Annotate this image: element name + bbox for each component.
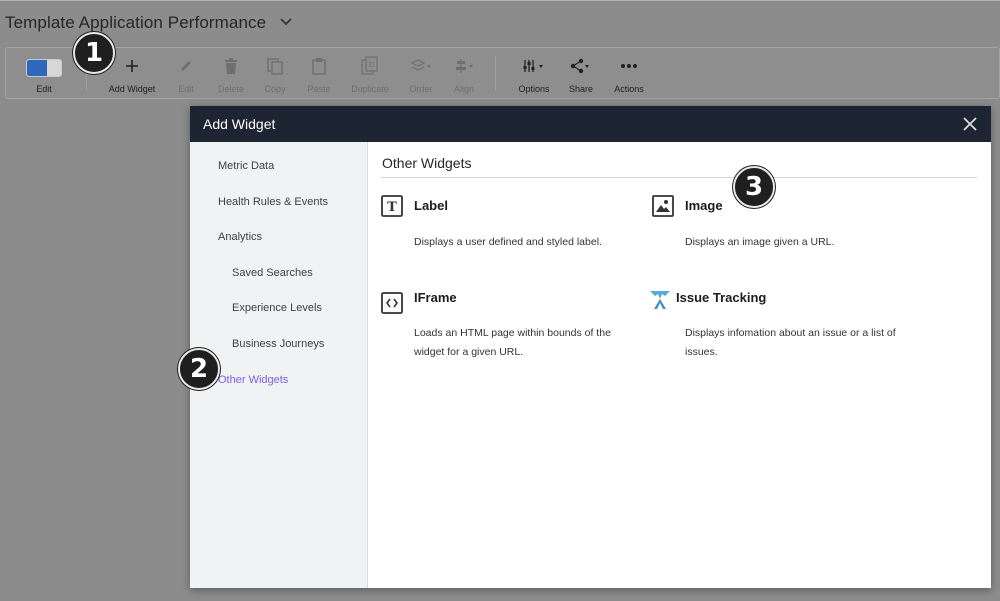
actions-button[interactable]: Actions: [612, 48, 646, 98]
edit-mode-label: Edit: [36, 84, 52, 94]
widget-list-panel: Other Widgets T Label Displays a user de…: [368, 142, 991, 588]
plus-icon: [126, 60, 138, 72]
order-button[interactable]: Order: [406, 48, 436, 98]
iframe-icon: [381, 292, 403, 314]
sidebar-item-metric-data[interactable]: Metric Data: [218, 160, 274, 172]
pencil-icon: [181, 61, 191, 71]
add-widget-dialog: Add Widget Metric Data Health Rules & Ev…: [190, 106, 991, 588]
order-label: Order: [409, 84, 433, 94]
toggle-switch[interactable]: [26, 59, 62, 77]
section-title: Other Widgets: [382, 155, 472, 171]
trash-icon: [225, 58, 237, 74]
share-label: Share: [568, 84, 594, 94]
more-dots-icon: [621, 64, 637, 68]
widget-description-line1: Displays infomation about an issue or a …: [685, 327, 896, 339]
image-icon: [652, 195, 674, 217]
widget-description: Displays an image given a URL.: [685, 236, 835, 248]
actions-label: Actions: [614, 84, 644, 94]
paste-label: Paste: [307, 84, 331, 94]
duplicate-icon: D: [361, 56, 378, 75]
widget-description-line1: Loads an HTML page within bounds of the: [414, 327, 611, 339]
layers-icon: [410, 59, 431, 71]
copy-icon: [267, 58, 283, 75]
align-button[interactable]: Align: [451, 48, 477, 98]
sidebar-item-analytics[interactable]: Analytics: [218, 231, 262, 243]
widget-description-line2: issues.: [685, 346, 718, 358]
duplicate-label: Duplicate: [351, 84, 389, 94]
dashboard-toolbar: Edit Add Widget Edit Delete Copy Paste D…: [5, 47, 1000, 99]
copy-label: Copy: [264, 84, 286, 94]
sidebar-item-health-rules-events[interactable]: Health Rules & Events: [218, 196, 328, 208]
issue-tracking-icon: [650, 291, 670, 309]
add-widget-label: Add Widget: [108, 84, 156, 94]
dialog-header: Add Widget: [190, 106, 991, 142]
svg-text:D: D: [369, 61, 374, 69]
paste-button[interactable]: Paste: [304, 48, 334, 98]
delete-button[interactable]: Delete: [216, 48, 246, 98]
sidebar-item-saved-searches[interactable]: Saved Searches: [232, 267, 313, 279]
callout-badge-1: 1: [73, 32, 115, 74]
chevron-down-icon[interactable]: [278, 15, 294, 29]
widget-name: Issue Tracking: [676, 290, 767, 305]
sidebar-item-business-journeys[interactable]: Business Journeys: [232, 338, 324, 350]
callout-badge-3: 3: [733, 166, 775, 208]
share-icon: [570, 58, 589, 74]
section-divider: [381, 177, 977, 178]
clipboard-icon: [312, 58, 326, 75]
dashboard-header: Template Application Performance: [0, 0, 1000, 46]
sliders-icon: [523, 60, 543, 72]
widget-name: Label: [414, 198, 448, 213]
edit-widget-button[interactable]: Edit: [174, 48, 198, 98]
svg-text:T: T: [387, 200, 397, 215]
callout-badge-2: 2: [178, 348, 220, 390]
copy-button[interactable]: Copy: [262, 48, 288, 98]
page-title: Template Application Performance: [5, 13, 267, 32]
widget-description: Displays a user defined and styled label…: [414, 236, 602, 248]
toolbar-divider: [495, 56, 496, 90]
align-label: Align: [453, 84, 474, 94]
edit-mode-toggle[interactable]: Edit: [24, 48, 64, 98]
widget-description-line2: widget for a given URL.: [414, 346, 524, 358]
close-icon[interactable]: [961, 115, 979, 133]
options-button[interactable]: Options: [515, 48, 553, 98]
widget-name: IFrame: [414, 290, 457, 305]
label-icon: T: [381, 195, 403, 217]
edit-label: Edit: [178, 84, 194, 94]
delete-label: Delete: [217, 84, 244, 94]
sidebar-item-other-widgets[interactable]: Other Widgets: [218, 374, 288, 386]
sidebar-item-experience-levels[interactable]: Experience Levels: [232, 302, 322, 314]
duplicate-button[interactable]: D Duplicate: [350, 48, 390, 98]
share-button[interactable]: Share: [567, 48, 595, 98]
dialog-title: Add Widget: [203, 116, 276, 132]
align-icon: [456, 59, 473, 73]
widget-name: Image: [685, 198, 723, 213]
options-label: Options: [518, 84, 550, 94]
